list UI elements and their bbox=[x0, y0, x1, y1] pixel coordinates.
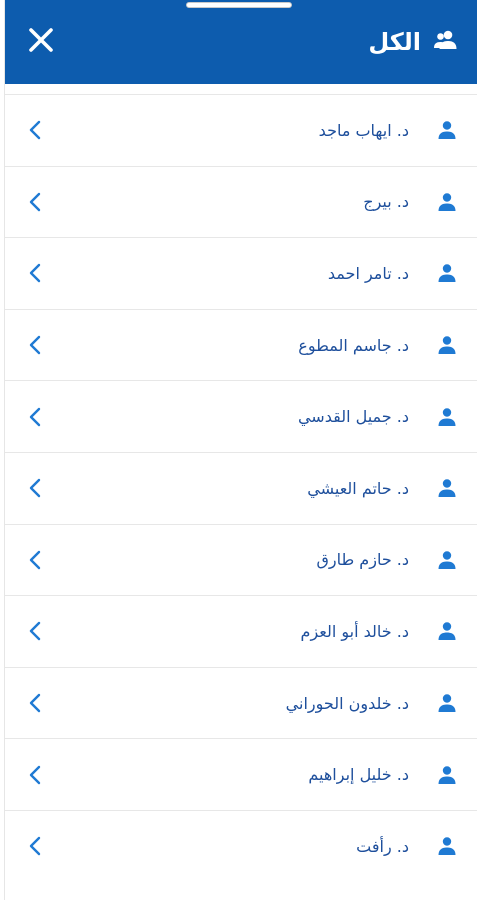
doctor-name: د. تامر احمد bbox=[327, 263, 409, 283]
chevron-left-icon[interactable] bbox=[23, 333, 47, 357]
person-icon bbox=[435, 405, 459, 429]
chevron-left-icon[interactable] bbox=[23, 405, 47, 429]
list-item[interactable]: د. ايهاب ماجد bbox=[5, 94, 477, 166]
list-item[interactable]: د. رأفت bbox=[5, 809, 477, 882]
doctor-name: د. خليل إبراهيم bbox=[308, 765, 409, 785]
chevron-left-icon[interactable] bbox=[23, 548, 47, 572]
person-icon bbox=[435, 763, 459, 787]
doctor-name: د. جاسم المطوع bbox=[298, 335, 409, 355]
chevron-left-icon[interactable] bbox=[23, 834, 47, 858]
doctor-name: د. حازم طارق bbox=[316, 550, 409, 570]
person-icon bbox=[435, 118, 459, 142]
person-icon bbox=[435, 261, 459, 285]
chevron-left-icon[interactable] bbox=[23, 763, 47, 787]
close-button[interactable] bbox=[23, 24, 59, 60]
sheet-header: الكل bbox=[5, 0, 477, 84]
chevron-left-icon[interactable] bbox=[23, 261, 47, 285]
doctor-name: د. بيرج bbox=[363, 192, 409, 212]
chevron-left-icon[interactable] bbox=[23, 190, 47, 214]
drag-handle[interactable] bbox=[186, 2, 292, 8]
list-item[interactable]: د. خليل إبراهيم bbox=[5, 738, 477, 810]
person-icon bbox=[435, 476, 459, 500]
person-icon bbox=[435, 548, 459, 572]
doctor-name: د. ايهاب ماجد bbox=[318, 120, 409, 140]
doctor-name: د. حاتم العيشي bbox=[307, 478, 409, 498]
doctor-name: د. خالد أبو العزم bbox=[300, 621, 409, 641]
people-icon bbox=[433, 29, 459, 55]
person-icon bbox=[435, 333, 459, 357]
chevron-left-icon[interactable] bbox=[23, 476, 47, 500]
chevron-left-icon[interactable] bbox=[23, 118, 47, 142]
list-item[interactable]: د. جميل القدسي bbox=[5, 380, 477, 452]
doctor-name: د. جميل القدسي bbox=[297, 407, 409, 427]
list-item[interactable]: د. حازم طارق bbox=[5, 523, 477, 596]
doctor-name: د. خلدون الحوراني bbox=[285, 693, 409, 713]
doctor-name: د. رأفت bbox=[356, 836, 409, 856]
doctor-list: د. ايهاب ماجد د. بيرج د. تامر احمد د. جا… bbox=[5, 94, 477, 882]
bottom-sheet: الكل د. ايهاب ماجد د. بيرج د. تامر احمد … bbox=[4, 0, 477, 900]
close-icon bbox=[27, 26, 55, 58]
person-icon bbox=[435, 834, 459, 858]
list-item[interactable]: د. خلدون الحوراني bbox=[5, 666, 477, 739]
chevron-left-icon[interactable] bbox=[23, 691, 47, 715]
list-item[interactable]: د. جاسم المطوع bbox=[5, 308, 477, 381]
page-title: الكل bbox=[368, 28, 421, 56]
list-item[interactable]: د. بيرج bbox=[5, 165, 477, 238]
person-icon bbox=[435, 691, 459, 715]
person-icon bbox=[435, 190, 459, 214]
person-icon bbox=[435, 619, 459, 643]
list-item[interactable]: د. تامر احمد bbox=[5, 237, 477, 309]
chevron-left-icon[interactable] bbox=[23, 619, 47, 643]
header-title-group: الكل bbox=[368, 28, 459, 56]
list-item[interactable]: د. حاتم العيشي bbox=[5, 451, 477, 524]
list-item[interactable]: د. خالد أبو العزم bbox=[5, 595, 477, 667]
